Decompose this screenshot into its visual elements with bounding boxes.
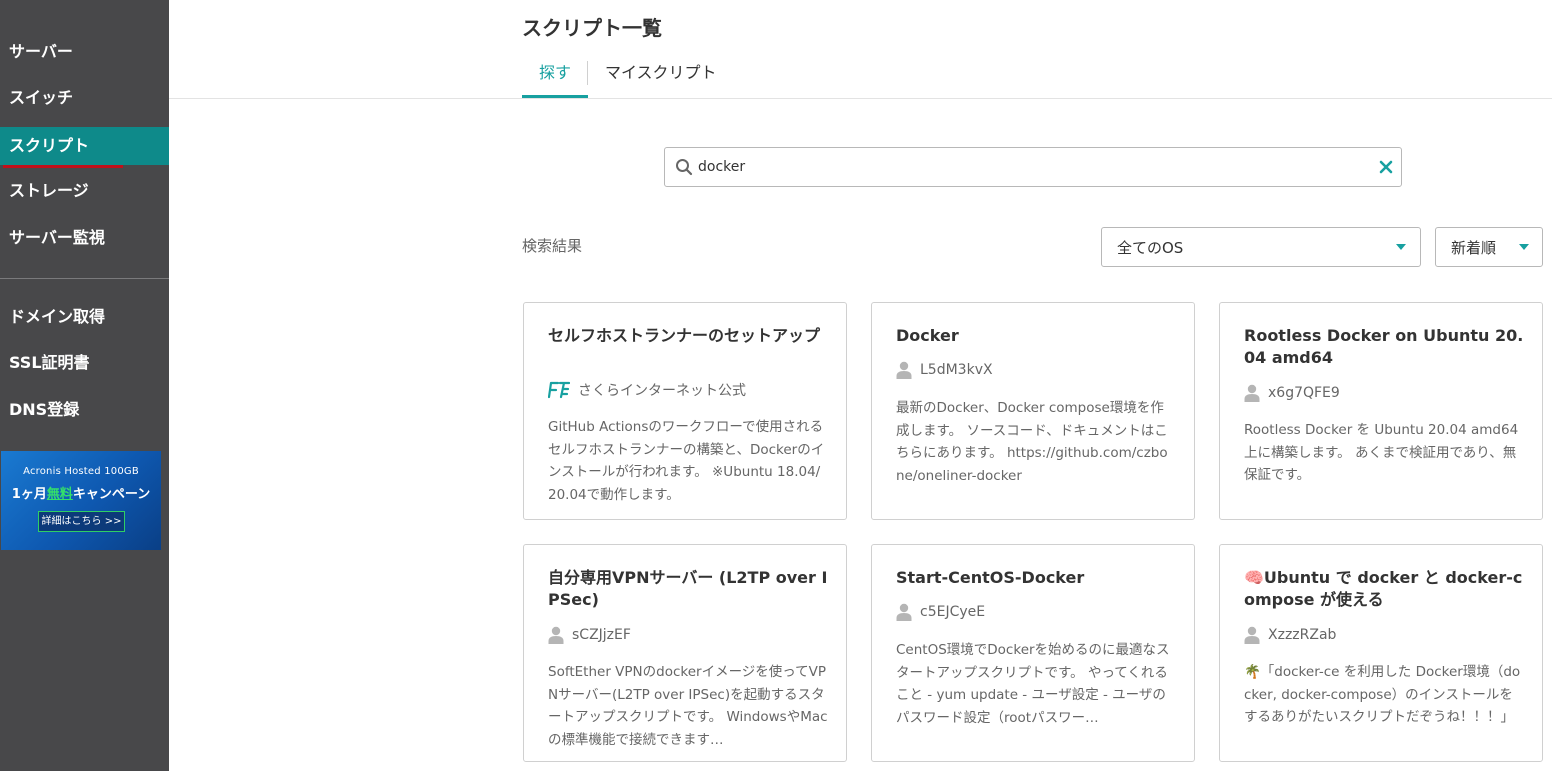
script-card[interactable]: 自分専用VPNサーバー (L2TP over IPSec) sCZJjzEF S… [523, 544, 847, 762]
card-title: 🧠Ubuntu で docker と docker-compose が使える [1244, 568, 1523, 609]
sidebar: サーバー スイッチ スクリプト ストレージ サーバー監視 ドメイン取得 SSL証… [0, 0, 169, 771]
card-description: Rootless Docker を Ubuntu 20.04 amd64 上に構… [1244, 422, 1519, 483]
card-author-name: さくらインターネット公式 [578, 383, 746, 399]
sidebar-item-label: スクリプト [9, 136, 90, 155]
sidebar-item-storage[interactable]: ストレージ [0, 172, 169, 210]
card-title: セルフホストランナーのセットアップ [548, 326, 821, 345]
sort-select[interactable]: 新着順 [1435, 227, 1543, 267]
user-icon [548, 626, 564, 644]
card-author-name: sCZJjzEF [572, 627, 631, 643]
card-title: 自分専用VPNサーバー (L2TP over IPSec) [548, 568, 828, 609]
sidebar-item-switch[interactable]: スイッチ [0, 79, 169, 117]
card-description: 🌴「docker-ce を利用した Docker環境（docker, docke… [1244, 664, 1521, 725]
sort-value: 新着順 [1451, 239, 1497, 257]
sidebar-item-label: DNS登録 [9, 400, 80, 419]
os-filter-value: 全てのOS [1117, 239, 1184, 257]
banner-headline-post: キャンペーン [72, 487, 151, 502]
card-author: さくらインターネット公式 [548, 380, 746, 400]
promo-banner[interactable]: Acronis Hosted 100GB 1ヶ月無料キャンペーン 詳細はこちら … [1, 451, 161, 550]
sakura-logo-icon [548, 381, 570, 399]
card-description: CentOS環境でDockerを始めるのに最適なスタートアップスクリプトです。 … [896, 642, 1170, 726]
script-card[interactable]: セルフホストランナーのセットアップ さくらインターネット公式 GitHub Ac… [523, 302, 847, 520]
user-icon [1244, 626, 1260, 644]
card-author: sCZJjzEF [548, 625, 631, 645]
banner-details-button[interactable]: 詳細はこちら >> [38, 511, 125, 532]
card-author: XzzzRZab [1244, 625, 1336, 645]
user-icon [1244, 384, 1260, 402]
banner-product: Acronis Hosted 100GB [23, 466, 139, 477]
card-title: Start-CentOS-Docker [896, 568, 1085, 587]
chevron-down-icon [1519, 244, 1529, 250]
card-description: SoftEther VPNのdockerイメージを使ってVPNサーバー(L2TP… [548, 664, 828, 748]
search-box[interactable] [664, 147, 1402, 187]
card-description: 最新のDocker、Docker compose環境を作成します。 ソースコード… [896, 400, 1168, 484]
tab-label: 探す [539, 63, 572, 82]
user-icon [896, 361, 912, 379]
tab-search[interactable]: 探す [522, 60, 588, 98]
tab-my-scripts[interactable]: マイスクリプト [605, 60, 717, 98]
card-title: Docker [896, 326, 959, 345]
script-card[interactable]: Rootless Docker on Ubuntu 20.04 amd64 x6… [1219, 302, 1543, 520]
header-divider [169, 98, 1552, 99]
card-author-name: L5dM3kvX [920, 362, 993, 378]
clear-icon[interactable] [1378, 159, 1394, 175]
sidebar-divider [0, 278, 169, 279]
card-description: GitHub Actionsのワークフローで使用されるセルフホストランナーの構築… [548, 419, 825, 503]
script-card[interactable]: Start-CentOS-Docker c5EJCyeE CentOS環境でDo… [871, 544, 1195, 762]
user-icon [896, 603, 912, 621]
card-author-name: XzzzRZab [1268, 627, 1337, 643]
page-title: スクリプト一覧 [522, 16, 662, 40]
card-author: c5EJCyeE [896, 602, 985, 622]
active-item-underline [3, 165, 123, 168]
card-author: L5dM3kvX [896, 360, 993, 380]
sidebar-item-label: サーバー監視 [9, 228, 105, 247]
results-label: 検索結果 [522, 237, 583, 255]
sidebar-item-label: ストレージ [9, 181, 89, 200]
banner-headline-pre: 1ヶ月 [11, 487, 47, 502]
tab-label: マイスクリプト [605, 63, 717, 82]
sidebar-item-script[interactable]: スクリプト [0, 127, 169, 165]
chevron-down-icon [1396, 244, 1406, 250]
card-title: Rootless Docker on Ubuntu 20.04 amd64 [1244, 326, 1524, 367]
sidebar-item-label: SSL証明書 [9, 353, 90, 372]
card-author-name: c5EJCyeE [920, 604, 986, 620]
sidebar-item-label: サーバー [9, 42, 73, 61]
sidebar-item-dns[interactable]: DNS登録 [0, 391, 169, 429]
sidebar-item-server-monitoring[interactable]: サーバー監視 [0, 219, 169, 257]
tab-separator [587, 61, 588, 85]
card-author: x6g7QFE9 [1244, 383, 1340, 403]
sidebar-item-label: ドメイン取得 [9, 307, 106, 326]
sidebar-item-label: スイッチ [9, 88, 74, 107]
banner-headline-free: 無料 [46, 487, 73, 502]
search-icon [676, 159, 693, 176]
sidebar-item-ssl[interactable]: SSL証明書 [0, 344, 169, 382]
script-card[interactable]: Docker L5dM3kvX 最新のDocker、Docker compose… [871, 302, 1195, 520]
os-filter-select[interactable]: 全てのOS [1101, 227, 1421, 267]
sidebar-item-domain[interactable]: ドメイン取得 [0, 298, 169, 336]
banner-headline: 1ヶ月無料キャンペーン [1, 483, 161, 502]
script-card[interactable]: 🧠Ubuntu で docker と docker-compose が使える X… [1219, 544, 1543, 762]
search-input[interactable] [698, 155, 1358, 179]
sidebar-item-server[interactable]: サーバー [0, 33, 169, 71]
card-author-name: x6g7QFE9 [1268, 385, 1340, 401]
